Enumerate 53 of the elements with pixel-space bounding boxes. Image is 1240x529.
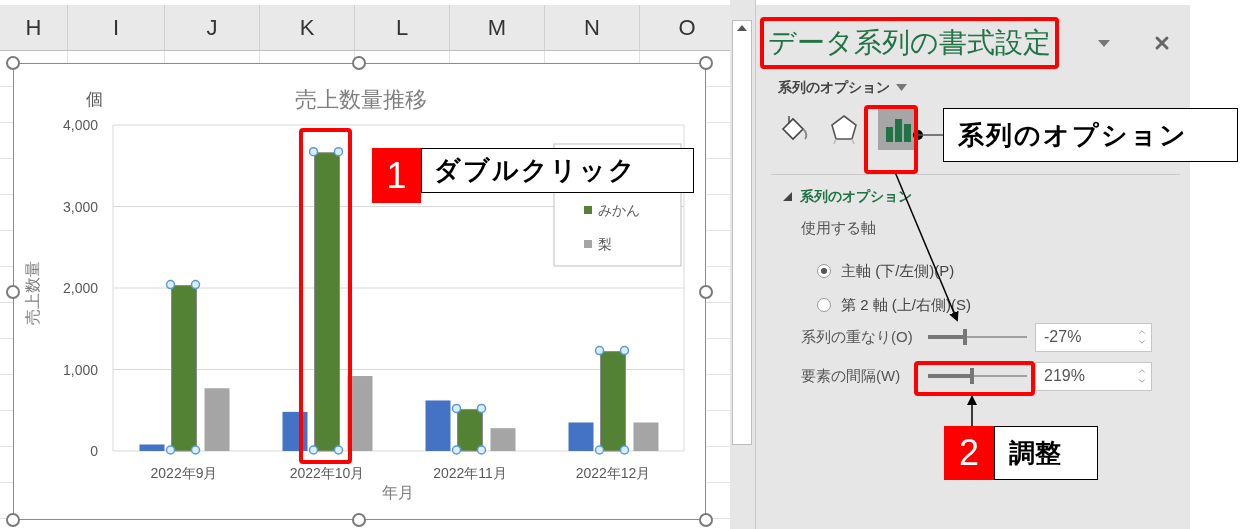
category-label: 2022年10月 <box>289 465 365 481</box>
callout-label: ダブルクリック <box>421 148 694 193</box>
expand-triangle-icon[interactable] <box>783 192 792 201</box>
axis-tick-label: 1,000 <box>62 361 98 378</box>
bar[interactable] <box>139 444 165 451</box>
pentagon-icon <box>829 113 859 145</box>
bar[interactable] <box>600 351 626 452</box>
legend-label: 梨 <box>598 236 612 252</box>
slider-label: 系列の重なり(O) <box>801 326 914 347</box>
axis-tick-label: 2,000 <box>62 280 98 296</box>
pane-title: データ系列の書式設定 <box>768 26 1051 60</box>
column-header[interactable]: J <box>206 11 218 44</box>
radio-button[interactable] <box>817 298 831 313</box>
arrow <box>967 395 977 427</box>
legend-label: みかん <box>598 202 640 218</box>
legend-swatch <box>584 240 592 248</box>
radio-button[interactable] <box>817 263 831 278</box>
options-dropdown[interactable]: 系列のオプション <box>778 77 890 98</box>
callout-label: 系列のオプション <box>943 108 1238 162</box>
axis-tick-label: 4,000 <box>62 117 98 133</box>
category-label: 2022年9月 <box>150 465 218 481</box>
column-header[interactable]: H <box>25 11 42 44</box>
chart-title: 売上数量推移 <box>295 87 427 112</box>
highlight-frame <box>864 105 918 174</box>
axis-tick-label: 3,000 <box>62 198 98 215</box>
column-header[interactable]: L <box>395 11 409 44</box>
callout-label: 調整 <box>994 426 1098 480</box>
slider-thumb[interactable] <box>969 368 974 384</box>
bar[interactable] <box>425 400 451 451</box>
step-number: 1 <box>372 148 421 203</box>
category-label: 2022年12月 <box>575 465 651 481</box>
column-header[interactable]: N <box>584 11 600 44</box>
step-number: 2 <box>944 426 994 480</box>
column-header[interactable]: K <box>299 11 315 44</box>
slider-track[interactable] <box>928 329 1027 345</box>
axis-title: 売上数量 <box>24 261 41 325</box>
legend-swatch <box>584 206 592 214</box>
scroll-up-icon[interactable] <box>737 25 747 31</box>
dropdown-caret-icon[interactable] <box>896 84 907 91</box>
column-header[interactable]: O <box>678 11 696 44</box>
column-header[interactable]: M <box>487 11 507 44</box>
category-label: 2022年11月 <box>433 465 507 481</box>
slider-track[interactable] <box>928 368 1027 384</box>
dropdown-caret-icon[interactable] <box>1098 39 1110 47</box>
slider-thumb[interactable] <box>962 329 967 345</box>
unit-label: 個 <box>85 90 103 109</box>
field-label: 使用する軸 <box>801 218 876 238</box>
axis-title: 年月 <box>382 484 414 501</box>
bar[interactable] <box>568 422 594 451</box>
axis-tick-label: 0 <box>90 443 98 459</box>
slider-label: 要素の間隔(W) <box>801 365 902 386</box>
column-header[interactable]: I <box>112 11 120 44</box>
bar[interactable] <box>457 408 483 452</box>
